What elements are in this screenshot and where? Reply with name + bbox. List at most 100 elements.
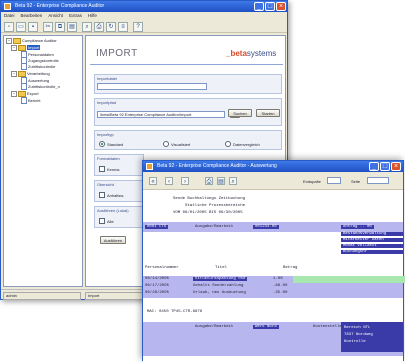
start-button[interactable]: Starten: [256, 109, 280, 117]
footer-location: Werk Nord: [253, 325, 279, 329]
tree-item-root[interactable]: − Compliance Auditor: [6, 37, 57, 44]
menu-edit[interactable]: Bearbeiten: [21, 12, 43, 20]
radio-label: Datenvergleich: [233, 141, 260, 147]
checkbox-anhalt[interactable]: Anhaltsw.: [99, 192, 124, 198]
footer-type: Ausgabe/Bearbeit: [195, 325, 234, 329]
refresh-icon[interactable]: ↻: [106, 22, 116, 32]
group-label: Importdatei: [97, 76, 118, 81]
tree-item-export[interactable]: − Export: [11, 90, 39, 97]
row-date: 06/17/2005: [145, 284, 170, 288]
print-icon[interactable]: ⎙: [205, 177, 213, 185]
properties-icon[interactable]: ≡: [118, 22, 128, 32]
new-icon[interactable]: ▫: [4, 22, 14, 32]
search-button[interactable]: Suchen: [228, 109, 252, 117]
tree-item-label: Zutrittskontrolle: [28, 64, 56, 69]
report-header-line1: Sende Buchhaltungs Zeitbuchung: [173, 197, 246, 201]
side-panel: Bestandsverwaltung Mitarbeiter Daten Mon…: [341, 232, 403, 256]
checkbox-kennw[interactable]: Kennw.: [99, 166, 120, 172]
menu-file[interactable]: Datei: [4, 12, 15, 20]
column-select[interactable]: [327, 177, 341, 184]
folder-icon: [18, 70, 26, 77]
footer-band: Ausgabe/Bearbeit Werk Nord Kostenstelle …: [143, 322, 403, 356]
tree-item-label: Bericht: [28, 98, 41, 103]
checkbox-icon: [99, 218, 105, 224]
app-icon: [146, 163, 153, 170]
row-date: 06/28/2005: [145, 291, 170, 295]
copy-icon[interactable]: ⧉: [55, 22, 65, 32]
help-icon[interactable]: ?: [133, 22, 143, 32]
maximize-button[interactable]: □: [380, 162, 390, 171]
tree-item-zutrittskontrolle-n[interactable]: Zutrittskontrolle_n: [21, 83, 60, 90]
row-title: Gehalts Sonderzahlung: [193, 284, 244, 288]
open-icon[interactable]: ▭: [16, 22, 26, 32]
group-label: Ausführen (Lokal): [97, 208, 129, 213]
navigation-tree: − Compliance Auditor − Import Personalda…: [3, 35, 83, 287]
radio-standard[interactable]: Standard: [99, 141, 123, 147]
maximize-button[interactable]: □: [265, 2, 275, 11]
report-header-line2: Statliche Prozessbereiche: [185, 204, 246, 208]
minimize-button[interactable]: _: [254, 2, 264, 11]
radio-visualisiert[interactable]: Visualisiert: [163, 141, 190, 147]
tree-item-bericht[interactable]: Bericht: [21, 97, 41, 104]
footer-ref: MAI: 0450 TP45-CTR-8876: [147, 310, 203, 314]
folder-icon: [18, 90, 26, 97]
table-row[interactable]: 06/28/2005 Urlaub, neu Ausbuchung -35.00: [143, 290, 403, 297]
tree-item-verarbeitung[interactable]: − Verarbeitung: [11, 70, 50, 77]
report-title-bar[interactable]: Beta 92 - Enterprise Compliance Auditor …: [143, 161, 403, 172]
overview-group: Übersicht Anhaltsw.: [94, 180, 144, 202]
group-label: Importtyp: [97, 132, 114, 137]
page-input[interactable]: [367, 177, 389, 184]
prev-page-icon[interactable]: ‹: [165, 177, 173, 185]
tree-item-zutrittskontrolle[interactable]: Zutrittskontrolle: [21, 63, 56, 70]
find-icon[interactable]: ⌕: [82, 22, 92, 32]
group-label: Importpfad: [97, 100, 117, 105]
col-header-2: Titel: [215, 266, 228, 270]
cut-icon[interactable]: ✂: [43, 22, 53, 32]
collapse-icon[interactable]: −: [11, 44, 17, 51]
row-1-type: Ausgabe/Bearbeit: [195, 225, 234, 229]
radio-label: Visualisiert: [171, 141, 191, 147]
collapse-icon[interactable]: −: [11, 90, 17, 97]
close-button[interactable]: ×: [391, 162, 401, 171]
report-window-title: Beta 92 - Enterprise Compliance Auditor …: [157, 163, 277, 169]
radio-datenvergleich[interactable]: Datenvergleich: [225, 141, 260, 147]
main-window-title: Beta 92 - Enterprise Compliance Auditor: [15, 3, 105, 9]
execute-button[interactable]: Ausführen: [100, 236, 126, 244]
save-icon[interactable]: ▪: [28, 22, 38, 32]
row-amount: -35.00: [273, 291, 288, 295]
print-icon[interactable]: ⎙: [94, 22, 104, 32]
footer-side-1: Bereich NTL: [344, 326, 371, 330]
menu-extras[interactable]: Extras: [69, 12, 82, 20]
document-icon: [21, 83, 27, 90]
first-page-icon[interactable]: «: [149, 177, 157, 185]
report-row-1[interactable]: 0001 CTS Ausgabe/Bearbeit 001234.00 Antr…: [143, 222, 403, 232]
import-type-group: Importtyp Standard Visualisiert Datenver…: [94, 130, 282, 150]
report-toolbar: « ‹ › ⎙ ▤ ⌕ Endspalte Seite: [143, 172, 403, 190]
side-line-3: Monat Vollzeit: [341, 244, 403, 248]
minimize-button[interactable]: _: [369, 162, 379, 171]
menu-help[interactable]: Hilfe: [88, 12, 97, 20]
menu-view[interactable]: Ansicht: [48, 12, 63, 20]
main-title-bar[interactable]: Beta 92 - Enterprise Compliance Auditor: [1, 1, 287, 12]
collapse-icon[interactable]: −: [11, 70, 17, 77]
close-button[interactable]: ×: [276, 2, 286, 11]
radio-icon: [163, 141, 169, 147]
row-title: Strukturanpassung 050: [193, 277, 248, 281]
paste-icon[interactable]: ▤: [67, 22, 77, 32]
tree-item-import[interactable]: − Import: [11, 44, 41, 51]
import-path-input[interactable]: \beta\Beta 92 Enterprise Compliance Audi…: [97, 111, 225, 118]
footer-side-3: Kontrolle: [344, 340, 366, 344]
collapse-icon[interactable]: −: [6, 37, 12, 44]
export-icon[interactable]: ▤: [217, 177, 225, 185]
checkbox-label: Kennw.: [107, 166, 121, 172]
tree-item-label: Import: [27, 45, 41, 50]
footer-side-panel: Bereich NTL 7837 Nordweg Kontrolle: [341, 322, 403, 352]
checkbox-alle[interactable]: Alle: [99, 218, 114, 224]
tree-item-label: Export: [27, 91, 39, 96]
find-icon[interactable]: ⌕: [229, 177, 237, 185]
row-1-value: 001234.00: [253, 225, 279, 229]
import-file-input[interactable]: [97, 83, 207, 90]
next-page-icon[interactable]: ›: [181, 177, 189, 185]
row-highlight: [293, 276, 405, 283]
table-row[interactable]: 06/17/2005 Gehalts Sonderzahlung -88.00: [143, 283, 403, 290]
